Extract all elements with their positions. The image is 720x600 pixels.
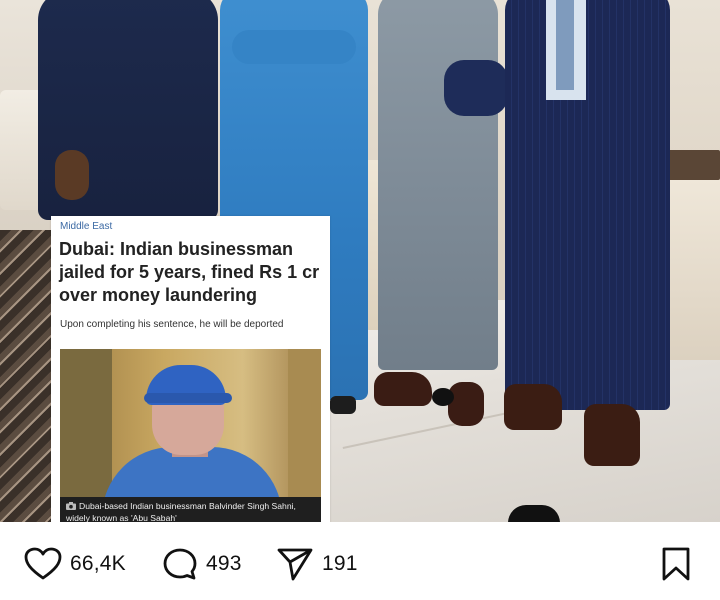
tie <box>556 0 574 90</box>
arm-sling <box>444 60 508 116</box>
shoe <box>584 404 640 466</box>
news-article-card: Middle East Dubai: Indian businessman ja… <box>51 216 330 529</box>
person-pinstripe-suit <box>505 0 670 410</box>
crossed-arms <box>232 30 356 64</box>
floor-object <box>432 388 454 406</box>
news-subheadline: Upon completing his sentence, he will be… <box>60 319 284 330</box>
heart-icon <box>24 547 62 580</box>
share-count: 191 <box>322 552 358 575</box>
shoe <box>504 384 562 430</box>
shoe <box>448 382 484 426</box>
comment-bubble-icon <box>163 548 197 580</box>
camera-icon <box>66 502 76 510</box>
comment-button[interactable]: 493 <box>162 548 242 580</box>
portrait-cap-brim <box>144 393 232 403</box>
shoe <box>374 372 432 406</box>
comment-count: 493 <box>206 552 242 575</box>
photo-pillar <box>288 349 321 499</box>
floor-stand <box>508 505 560 522</box>
share-button[interactable]: 191 <box>276 548 358 581</box>
save-button[interactable] <box>660 546 692 587</box>
news-section-label: Middle East <box>60 221 113 232</box>
person-grey-kurta <box>378 0 498 370</box>
like-button[interactable]: 66,4K <box>24 547 126 580</box>
news-headline: Dubai: Indian businessman jailed for 5 y… <box>59 239 320 305</box>
like-count: 66,4K <box>70 552 126 575</box>
news-caption-text: Dubai-based Indian businessman Balvinder… <box>66 501 296 523</box>
person-hand <box>55 150 89 200</box>
bookmark-icon <box>662 547 690 581</box>
paper-plane-icon <box>277 548 313 581</box>
photo-door <box>60 349 112 499</box>
shoe <box>330 396 356 414</box>
news-photo <box>60 349 321 499</box>
